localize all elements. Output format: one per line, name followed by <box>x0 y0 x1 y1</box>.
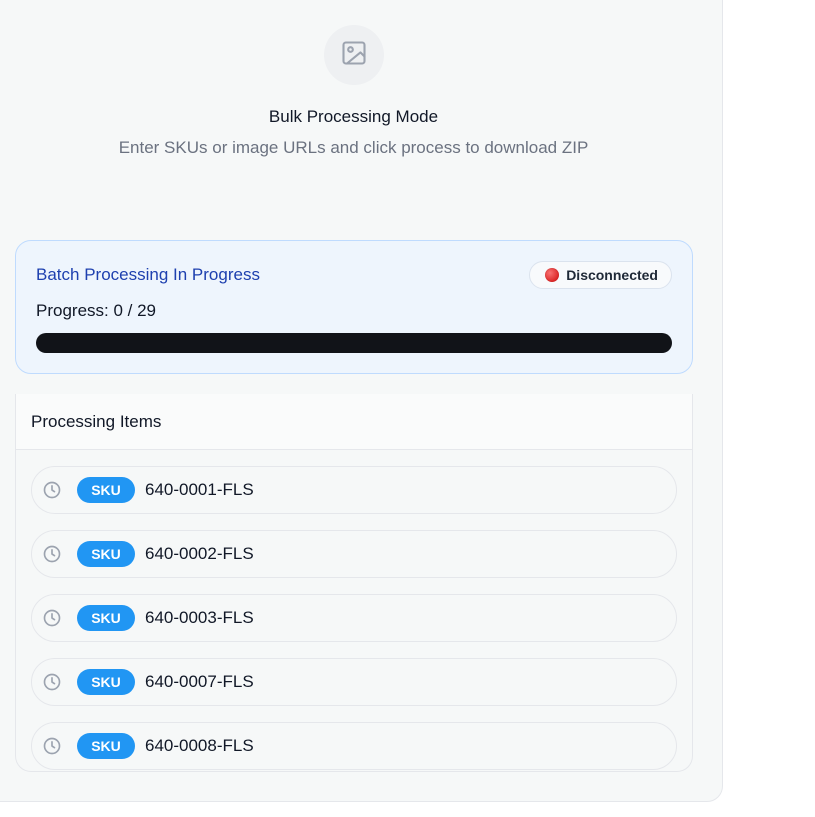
item-value: 640-0003-FLS <box>145 608 254 627</box>
item-value: 640-0001-FLS <box>145 480 254 499</box>
processing-items-list[interactable]: SKU 640-0001-FLS SKU 640-0002-FLS SKU 64… <box>31 466 677 771</box>
batch-title: Batch Processing In Progress <box>36 265 260 284</box>
empty-state-subtitle: Enter SKUs or image URLs and click proce… <box>118 138 589 157</box>
connection-status-label: Disconnected <box>566 267 658 283</box>
item-value: 640-0008-FLS <box>145 736 254 755</box>
sku-type-badge: SKU <box>77 669 135 695</box>
progress-label: Progress: 0 / 29 <box>36 301 157 320</box>
list-item: SKU 640-0001-FLS <box>31 466 677 514</box>
processing-items-header: Processing Items <box>16 394 692 450</box>
list-item: SKU 640-0002-FLS <box>31 530 677 578</box>
item-value: 640-0002-FLS <box>145 544 254 563</box>
list-item: SKU 640-0008-FLS <box>31 722 677 770</box>
sku-type-badge: SKU <box>77 733 135 759</box>
empty-state-icon-circle <box>324 25 384 85</box>
progress-bar <box>36 333 672 353</box>
clock-icon <box>42 480 62 500</box>
list-item: SKU 640-0003-FLS <box>31 594 677 642</box>
clock-icon <box>42 608 62 628</box>
image-icon <box>340 39 368 72</box>
clock-icon <box>42 544 62 564</box>
processing-items-card: Processing Items SKU 640-0001-FLS SKU 64… <box>15 394 693 772</box>
status-dot-icon <box>545 268 560 282</box>
clock-icon <box>42 672 62 692</box>
clock-icon <box>42 736 62 756</box>
connection-status-badge: Disconnected <box>529 261 672 289</box>
batch-progress-card: Batch Processing In Progress Disconnecte… <box>15 240 693 374</box>
empty-state-title: Bulk Processing Mode <box>268 107 439 126</box>
list-item: SKU 640-0007-FLS <box>31 658 677 706</box>
sku-type-badge: SKU <box>77 541 135 567</box>
sku-type-badge: SKU <box>77 477 135 503</box>
item-value: 640-0007-FLS <box>145 672 254 691</box>
sku-type-badge: SKU <box>77 605 135 631</box>
